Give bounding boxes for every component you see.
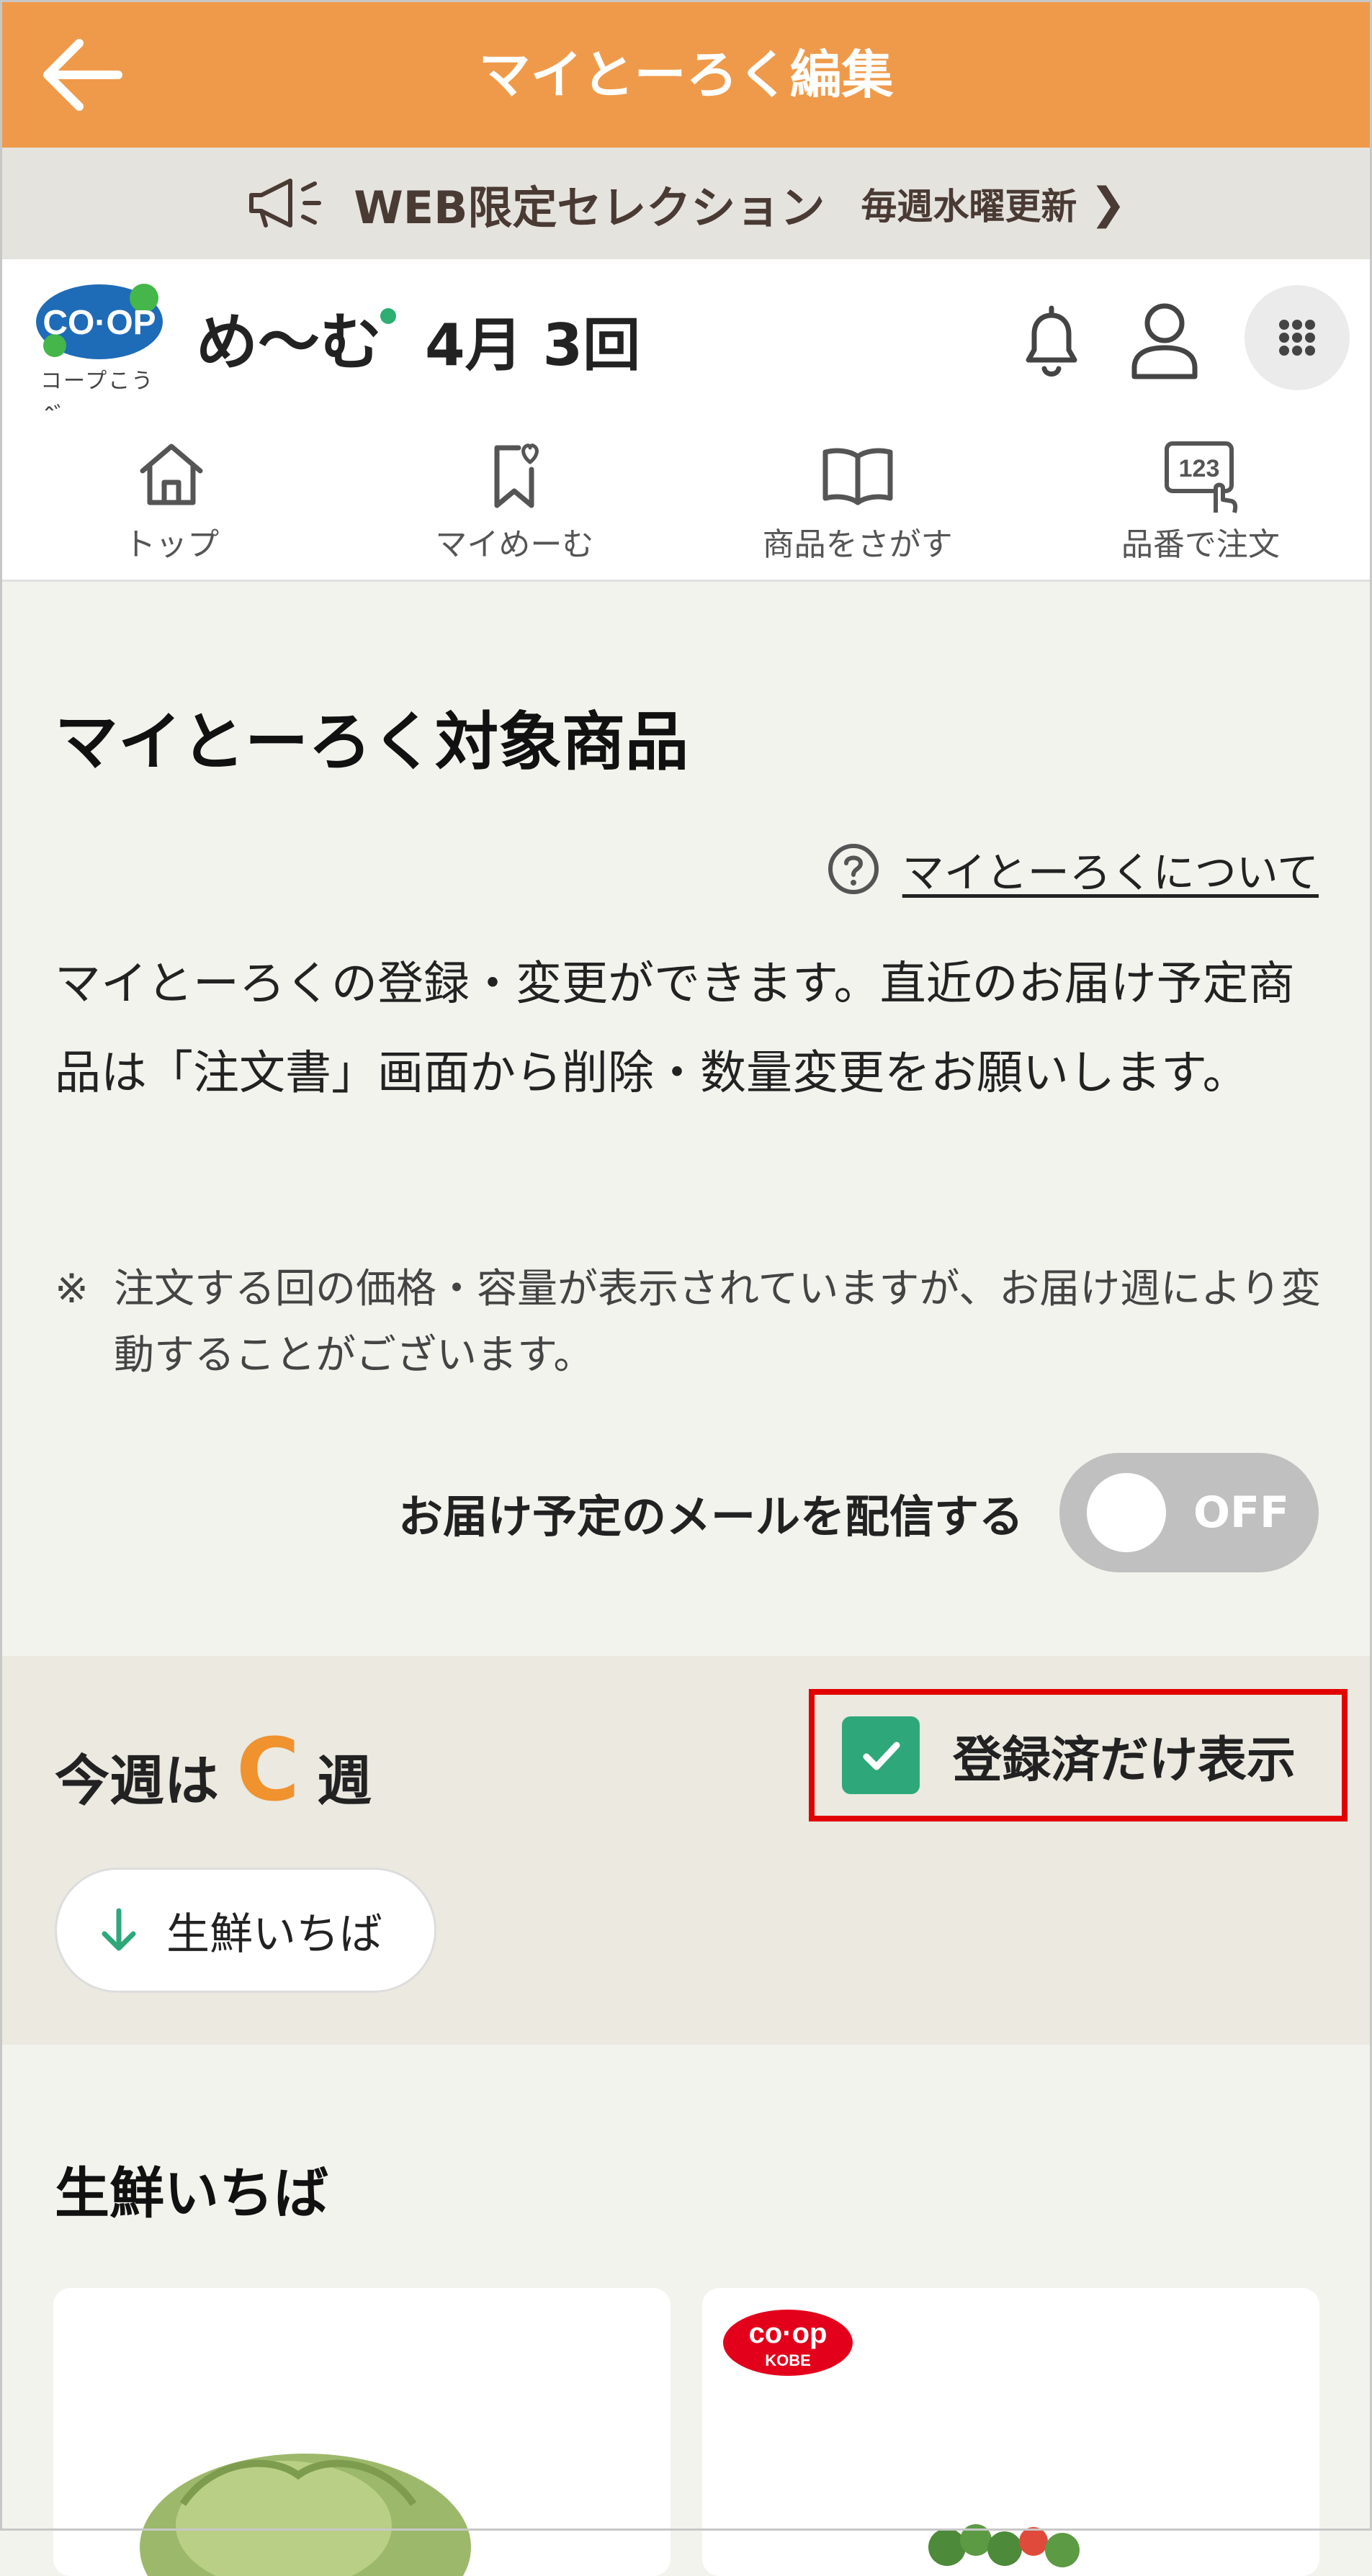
nav-item-label: 商品をさがす <box>762 526 953 563</box>
mail-setting-row: お届け予定のメールを配信する OFF <box>398 1453 1319 1572</box>
user-icon[interactable] <box>1127 299 1203 382</box>
description-text: マイとーろくの登録・変更ができます。直近のお届け予定商品は「注文書」画面から削除… <box>55 958 1295 1100</box>
grid-dots-icon <box>1279 320 1315 356</box>
chevron-right-icon: ❯ <box>1090 178 1126 229</box>
page-title: マイとーろく編集 <box>478 45 894 105</box>
home-icon <box>140 443 203 505</box>
mail-toggle[interactable]: OFF <box>1059 1453 1319 1572</box>
nav-item-order-by-number[interactable]: 123 品番で注文 <box>1029 410 1372 580</box>
notice-mark: ※ <box>55 1266 89 1312</box>
week-prefix: 今週は <box>55 1749 219 1813</box>
jump-to-fresh-button[interactable]: 生鮮いちば <box>55 1868 436 1993</box>
main-nav: トップ マイめーむ 商品をさがす 123 品番で注文 <box>0 410 1372 582</box>
nav-item-search[interactable]: 商品をさがす <box>686 410 1029 580</box>
week-letter: C <box>236 1721 300 1821</box>
nav-item-label: マイめーむ <box>435 526 594 563</box>
brand-bar: CO·OP コープこうべ め〜む 4月 3回 <box>0 259 1372 425</box>
toggle-state: OFF <box>1193 1487 1289 1538</box>
bell-icon[interactable] <box>1015 302 1088 382</box>
section-heading: マイとーろく対象商品 <box>55 705 689 779</box>
help-circle-icon <box>828 844 879 894</box>
nav-item-top[interactable]: トップ <box>0 410 343 580</box>
coop-logo-mark: CO·OP <box>36 284 163 359</box>
registered-only-filter[interactable]: 登録済だけ表示 <box>809 1689 1348 1821</box>
notice: ※ 注文する回の価格・容量が表示されていますが、お届け週により変動することがござ… <box>55 1256 1322 1389</box>
megaphone-icon <box>249 178 322 228</box>
nav-item-label: 品番で注文 <box>1121 526 1280 563</box>
svg-text:123: 123 <box>1179 455 1220 482</box>
vegetable-image <box>928 2524 1080 2567</box>
svg-text:CO·OP: CO·OP <box>42 304 156 342</box>
product-card[interactable] <box>53 2288 671 2576</box>
service-name-dot <box>380 308 396 324</box>
checkmark-icon <box>863 1742 900 1770</box>
nav-item-my-meemu[interactable]: マイめーむ <box>343 410 686 580</box>
cabbage-image <box>140 2454 471 2576</box>
promo-subtitle: 毎週水曜更新 <box>861 185 1077 228</box>
promo-title: WEB限定セレクション <box>354 181 825 234</box>
apps-menu-button[interactable] <box>1245 285 1350 390</box>
arrow-down-icon <box>102 1908 136 1951</box>
week-filter-band: 今週は C 週 登録済だけ表示 生鮮いちば <box>0 1656 1372 2045</box>
service-name: め〜む <box>196 307 382 379</box>
jump-button-label: 生鮮いちば <box>166 1909 382 1960</box>
about-link[interactable]: マイとーろくについて <box>826 839 1319 899</box>
notice-text: 注文する回の価格・容量が表示されていますが、お届け週により変動することがございま… <box>114 1266 1322 1379</box>
registered-only-label: 登録済だけ表示 <box>953 1731 1296 1789</box>
book-icon <box>822 448 893 505</box>
bookmark-heart-icon <box>494 443 539 508</box>
promo-banner[interactable]: WEB限定セレクション 毎週水曜更新 ❯ <box>0 148 1372 259</box>
mail-setting-label: お届け予定のメールを配信する <box>398 1490 1023 1543</box>
product-card[interactable]: co·op KOBE <box>702 2288 1319 2576</box>
week-suffix: 週 <box>317 1749 372 1813</box>
current-week: 今週は C 週 <box>55 1721 372 1821</box>
registered-only-checkbox[interactable] <box>842 1716 920 1794</box>
nav-item-label: トップ <box>124 526 220 563</box>
number-tap-icon: 123 <box>1164 441 1238 513</box>
coop-logo[interactable]: CO·OP コープこうべ <box>35 282 164 425</box>
delivery-round: 4月 3回 <box>425 312 641 379</box>
about-link-text[interactable]: マイとーろくについて <box>902 839 1319 899</box>
product-section-title: 生鮮いちば <box>55 2161 328 2225</box>
toggle-knob <box>1087 1473 1166 1552</box>
app-header: マイとーろく編集 <box>0 0 1372 148</box>
